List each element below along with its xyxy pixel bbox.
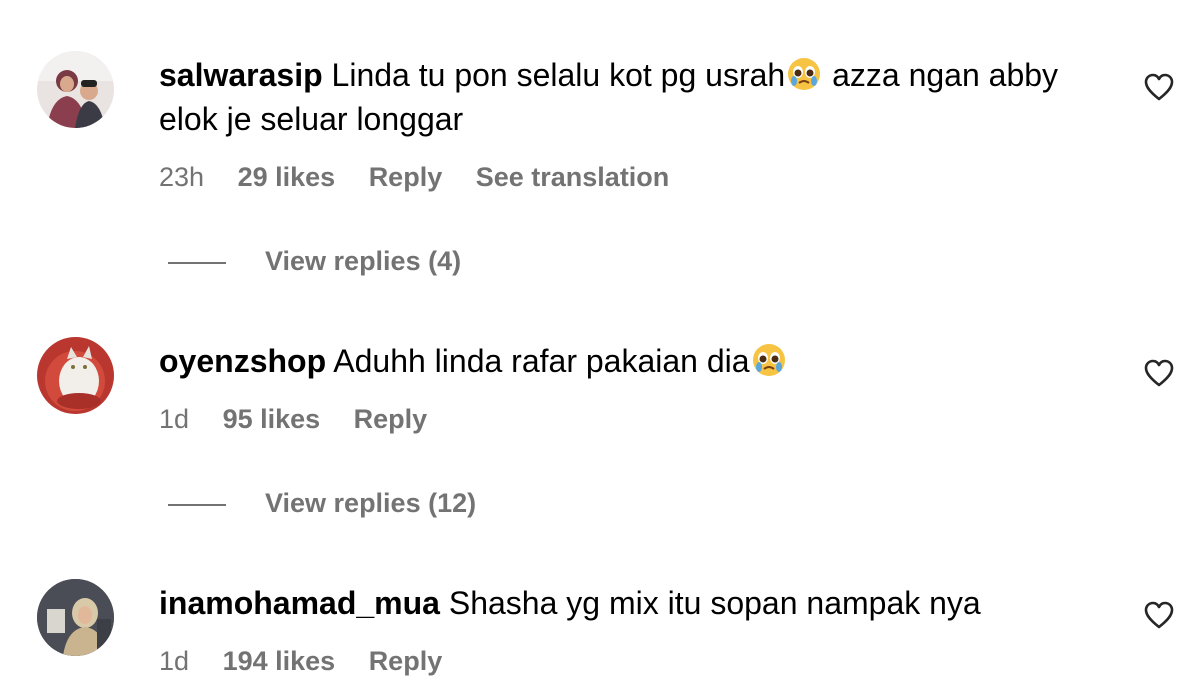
reply-button[interactable]: Reply xyxy=(354,404,428,434)
like-heart-icon[interactable] xyxy=(1144,359,1174,387)
comment-username[interactable]: inamohamad_mua xyxy=(159,585,440,621)
comment-text: oyenzshop Aduhh linda rafar pakaian dia xyxy=(159,339,1119,383)
comment-text: inamohamad_mua Shasha yg mix itu sopan n… xyxy=(159,581,1119,625)
comment-meta: 1d 194 likes Reply xyxy=(159,646,468,677)
replies-divider-line xyxy=(168,261,226,264)
see-translation-button[interactable]: See translation xyxy=(476,162,670,192)
comment-time[interactable]: 23h xyxy=(159,162,204,192)
comment-time[interactable]: 1d xyxy=(159,646,189,676)
comment-likes[interactable]: 95 likes xyxy=(223,404,321,434)
pleading-face-emoji-icon xyxy=(752,344,785,376)
comment-likes[interactable]: 29 likes xyxy=(238,162,336,192)
reply-button[interactable]: Reply xyxy=(369,162,443,192)
pleading-face-emoji-icon xyxy=(788,58,821,90)
view-replies-button[interactable]: View replies (4) xyxy=(168,246,461,277)
comment-body: Shasha yg mix itu sopan nampak nya xyxy=(448,585,981,621)
comment-body: Aduhh linda rafar pakaian dia xyxy=(333,343,750,379)
user-avatar[interactable] xyxy=(37,579,114,656)
user-avatar[interactable] xyxy=(37,51,114,128)
comment-time[interactable]: 1d xyxy=(159,404,189,434)
comment-meta: 1d 95 likes Reply xyxy=(159,404,453,435)
like-heart-icon[interactable] xyxy=(1144,73,1174,101)
comment-username[interactable]: salwarasip xyxy=(159,57,323,93)
comment-body: Linda tu pon selalu kot pg usrah xyxy=(331,57,786,93)
comment-text: salwarasip Linda tu pon selalu kot pg us… xyxy=(159,53,1119,141)
view-replies-button[interactable]: View replies (12) xyxy=(168,488,476,519)
like-heart-icon[interactable] xyxy=(1144,601,1174,629)
view-replies-label: View replies (12) xyxy=(265,488,477,518)
view-replies-label: View replies (4) xyxy=(265,246,462,276)
comment-username[interactable]: oyenzshop xyxy=(159,343,326,379)
replies-divider-line xyxy=(168,503,226,506)
comment-likes[interactable]: 194 likes xyxy=(223,646,336,676)
user-avatar[interactable] xyxy=(37,337,114,414)
reply-button[interactable]: Reply xyxy=(369,646,443,676)
comment-meta: 23h 29 likes Reply See translation xyxy=(159,162,695,193)
